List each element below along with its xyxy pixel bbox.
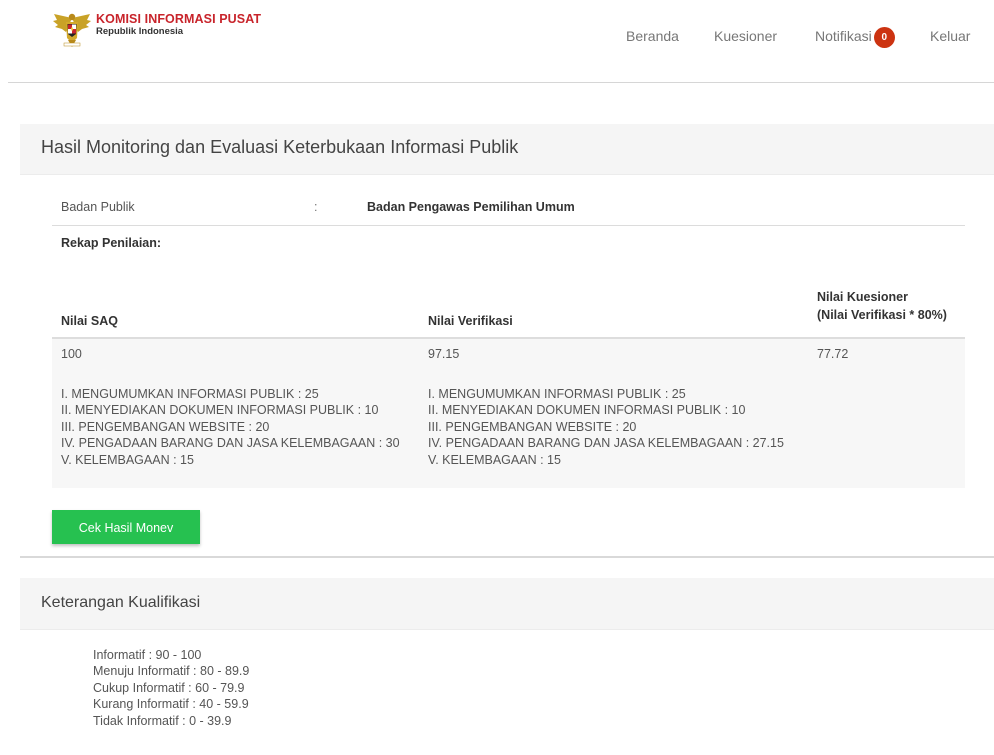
nav-questionnaire-link[interactable]: Kuesioner bbox=[714, 28, 777, 44]
list-item: Tidak Informatif : 0 - 39.9 bbox=[93, 713, 232, 728]
questionnaire-value: 77.72 bbox=[817, 347, 849, 361]
list-item: V. KELEMBAGAAN : 15 bbox=[61, 452, 194, 467]
verification-breakdown-list: I. MENGUMUMKAN INFORMASI PUBLIK : 25 II.… bbox=[428, 386, 784, 468]
list-item: II. MENYEDIAKAN DOKUMEN INFORMASI PUBLIK… bbox=[61, 403, 379, 418]
list-item: V. KELEMBAGAAN : 15 bbox=[428, 452, 561, 467]
list-item: Informatif : 90 - 100 bbox=[93, 648, 202, 662]
list-item: I. MENGUMUMKAN INFORMASI PUBLIK : 25 bbox=[428, 387, 686, 401]
list-item: III. PENGEMBANGAN WEBSITE : 20 bbox=[61, 419, 270, 434]
rekap-label: Rekap Penilaian: bbox=[61, 236, 162, 250]
column-header-questionnaire-line1: Nilai Kuesioner bbox=[817, 290, 908, 304]
column-header-questionnaire: Nilai Kuesioner (Nilai Verifikasi * 80%) bbox=[817, 288, 947, 324]
header-divider bbox=[8, 82, 994, 83]
list-item: IV. PENGADAAN BARANG DAN JASA KELEMBAGAA… bbox=[61, 436, 400, 451]
brand-title: KOMISI INFORMASI PUSAT bbox=[96, 12, 262, 26]
list-item: Kurang Informatif : 40 - 59.9 bbox=[93, 697, 249, 712]
brand: KOMISI INFORMASI PUSAT Republik Indonesi… bbox=[96, 12, 261, 37]
garuda-logo-icon[interactable] bbox=[52, 10, 92, 48]
saq-breakdown-list: I. MENGUMUMKAN INFORMASI PUBLIK : 25 II.… bbox=[61, 386, 400, 468]
list-item: I. MENGUMUMKAN INFORMASI PUBLIK : 25 bbox=[61, 387, 319, 401]
list-item: Cukup Informatif : 60 - 79.9 bbox=[93, 680, 245, 695]
nav-logout-link[interactable]: Keluar bbox=[930, 28, 970, 44]
check-monev-result-button[interactable]: Cek Hasil Monev bbox=[52, 510, 200, 544]
verification-value: 97.15 bbox=[428, 347, 460, 361]
list-item: II. MENYEDIAKAN DOKUMEN INFORMASI PUBLIK… bbox=[428, 403, 746, 418]
top-header: KOMISI INFORMASI PUSAT Republik Indonesi… bbox=[0, 0, 994, 82]
public-body-colon: : bbox=[314, 200, 318, 214]
public-body-value: Badan Pengawas Pemilihan Umum bbox=[367, 200, 575, 214]
info-divider bbox=[52, 225, 965, 226]
nav-notification-label: Notifikasi bbox=[815, 28, 872, 45]
result-card-header: Hasil Monitoring dan Evaluasi Keterbukaa… bbox=[20, 124, 994, 175]
nav-home-link[interactable]: Beranda bbox=[626, 28, 679, 44]
list-item: Menuju Informatif : 80 - 89.9 bbox=[93, 664, 250, 679]
list-item: IV. PENGADAAN BARANG DAN JASA KELEMBAGAA… bbox=[428, 436, 784, 451]
column-header-verification: Nilai Verifikasi bbox=[428, 314, 513, 328]
result-card-bottom-border bbox=[20, 556, 994, 558]
result-card-title: Hasil Monitoring dan Evaluasi Keterbukaa… bbox=[41, 137, 519, 157]
qualification-list: Informatif : 90 - 100 Menuju Informatif … bbox=[93, 647, 249, 729]
qualification-card-header: Keterangan Kualifikasi bbox=[20, 578, 994, 630]
list-item: III. PENGEMBANGAN WEBSITE : 20 bbox=[428, 419, 637, 434]
column-header-saq: Nilai SAQ bbox=[61, 314, 118, 328]
brand-subtitle: Republik Indonesia bbox=[96, 26, 184, 37]
qualification-card-title: Keterangan Kualifikasi bbox=[41, 594, 201, 611]
saq-value: 100 bbox=[61, 347, 82, 361]
notification-count-badge: 0 bbox=[873, 27, 895, 48]
nav-notification-link[interactable]: Notifikasi 0 bbox=[815, 27, 895, 48]
column-header-questionnaire-line2: (Nilai Verifikasi * 80%) bbox=[817, 308, 947, 322]
public-body-label: Badan Publik bbox=[61, 200, 135, 214]
